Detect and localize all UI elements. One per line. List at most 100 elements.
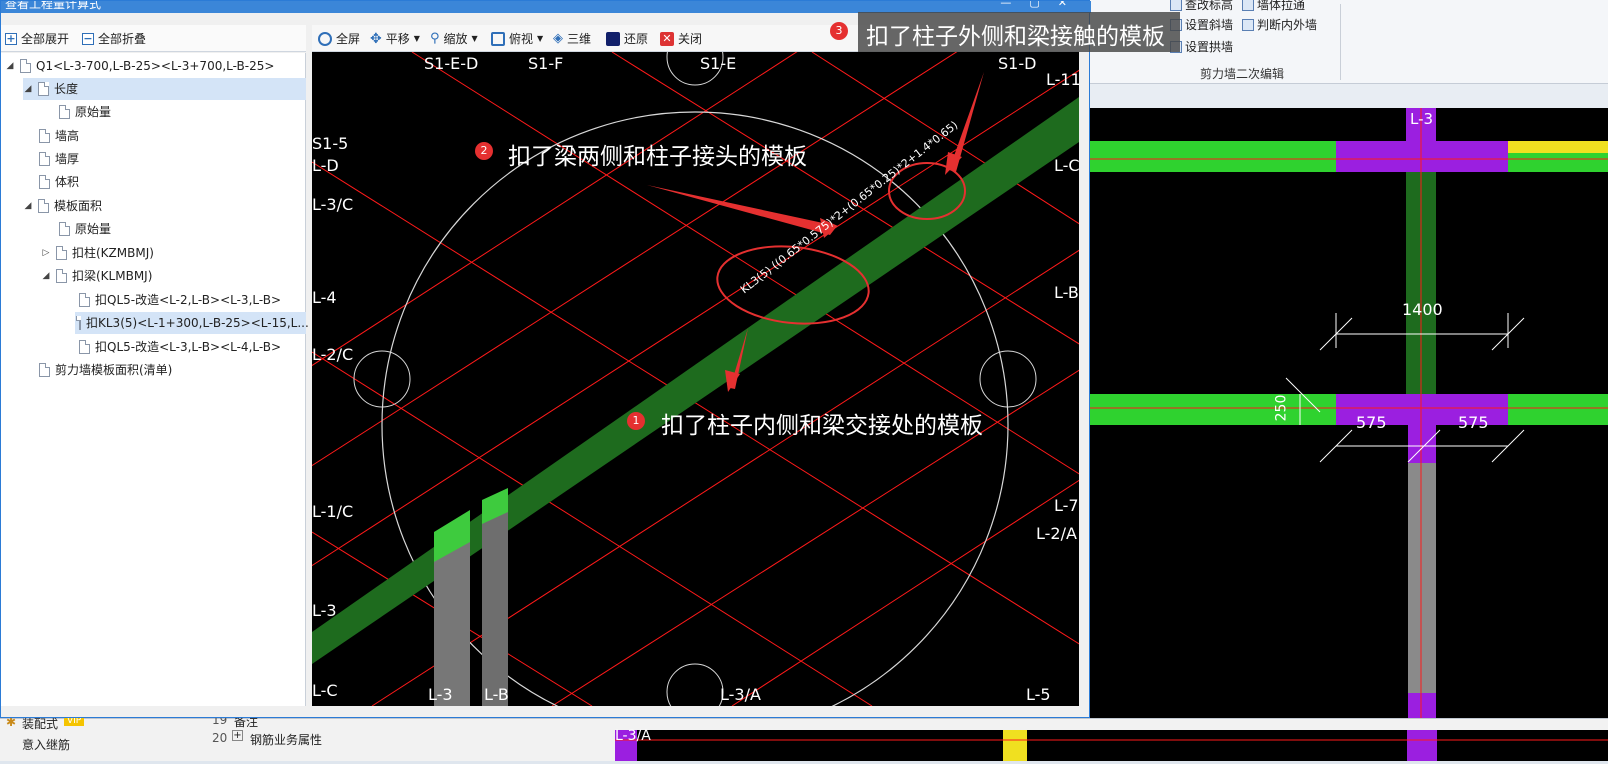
top-view-button[interactable]: 俯视 ▼ <box>491 30 543 47</box>
grey-column <box>434 542 470 706</box>
fullscreen-icon <box>318 31 332 46</box>
annotation-2-badge: 2 <box>475 142 493 160</box>
ribbon-separator <box>1340 4 1341 80</box>
ribbon-judge-inner-outer-wall[interactable]: 判断内外墙 <box>1242 16 1317 33</box>
tree-toolbar: + 全部展开 − 全部折叠 <box>1 25 306 52</box>
ribbon-group-label: 剪力墙二次编辑 <box>1200 67 1285 81</box>
document-icon <box>59 105 70 119</box>
document-icon <box>59 222 70 236</box>
bottom-label: L-3/A <box>615 728 651 744</box>
tree-node-beam-item[interactable]: 扣QL5-改造<L-3,L-B><L-4,L-B> <box>79 336 281 358</box>
dimension-1400: 1400 <box>1402 300 1443 319</box>
document-icon <box>76 316 81 330</box>
ribbon-wall-extend[interactable]: 墙体拉通 <box>1242 0 1305 13</box>
annotation-1-badge: 1 <box>627 412 645 430</box>
wall-extend-icon <box>1242 0 1254 11</box>
chevron-down-icon[interactable]: ▼ <box>414 34 420 43</box>
axis-label: L-4 <box>312 288 337 307</box>
tree-node-length[interactable]: ◢ 长度 <box>23 78 306 100</box>
axis-label: S1-F <box>528 54 564 73</box>
arrow-annotation <box>647 185 837 235</box>
axis-label: S1-E-D <box>424 54 479 73</box>
tree-node-beam-item-selected[interactable]: 扣KL3(5)<L-1+300,L-B-25><L-15,L... <box>75 312 309 334</box>
document-icon <box>38 199 49 213</box>
dimension-250: 250 <box>1273 394 1290 422</box>
expanded-arrow-icon[interactable]: ◢ <box>41 265 51 287</box>
tree-node-original[interactable]: 原始量 <box>59 101 111 123</box>
top-view-icon <box>491 31 505 46</box>
axis-label: L-11 <box>1046 70 1079 89</box>
expanded-arrow-icon[interactable]: ◢ <box>5 55 15 77</box>
tree-node-formwork-area[interactable]: ◢ 模板面积 <box>23 195 102 217</box>
pan-button[interactable]: ✥ 平移 ▼ <box>370 30 420 47</box>
tree-node-deduct-beam[interactable]: ◢ 扣梁(KLMBMJ) <box>41 265 152 287</box>
document-icon <box>56 246 67 260</box>
tree-node-shear-wall[interactable]: 剪力墙模板面积(清单) <box>39 359 172 381</box>
document-icon <box>79 293 90 307</box>
tree-node-deduct-column[interactable]: ▷ 扣柱(KZMBMJ) <box>41 242 154 264</box>
minus-icon: − <box>82 31 94 45</box>
second-item-label[interactable]: 意入继筋 <box>22 736 70 753</box>
tree-node-beam-item[interactable]: 扣QL5-改造<L-2,L-B><L-3,L-B> <box>79 289 281 311</box>
expand-icon[interactable]: + <box>232 730 243 741</box>
chevron-down-icon[interactable]: ▼ <box>472 34 478 43</box>
document-icon <box>39 152 50 166</box>
tree-node-volume[interactable]: 体积 <box>39 171 79 193</box>
annotation-3-badge: 3 <box>830 22 848 40</box>
axis-label: L-5 <box>1026 685 1051 704</box>
document-icon <box>39 175 50 189</box>
purple-block <box>1407 730 1437 761</box>
zoom-button[interactable]: ⚲ 缩放 ▼ <box>430 30 478 47</box>
right-label-top: L-3 <box>1410 110 1434 128</box>
chevron-down-icon[interactable]: ▼ <box>537 34 543 43</box>
fullscreen-button[interactable]: 全屏 <box>318 30 360 47</box>
tree-node-original[interactable]: 原始量 <box>59 218 111 240</box>
formula-tree: ◢ Q1<L-3-700,L-B-25><L-3+700,L-B-25> ◢ 长度 … <box>1 53 309 706</box>
right-cad-canvas[interactable]: L-3 1400 250 575 575 <box>1090 108 1608 761</box>
axis-label: L-D <box>312 156 339 175</box>
document-icon <box>56 269 67 283</box>
axis-label: S1-D <box>998 54 1037 73</box>
row-20-text: 钢筋业务属性 <box>250 733 323 747</box>
axis-label: L-3/A <box>720 685 761 704</box>
circle-marker <box>979 350 1037 408</box>
dimension-575-right: 575 <box>1458 413 1489 432</box>
axis-label: S1-5 <box>312 134 349 153</box>
axis-label: L-B <box>484 685 509 704</box>
expanded-arrow-icon[interactable]: ◢ <box>23 78 33 100</box>
restore-button[interactable]: 还原 <box>606 30 648 47</box>
cube-icon: ◈ <box>553 31 563 46</box>
circle-marker <box>666 663 724 706</box>
formula-dialog: 查看工程量计算式 —▢✕ + 全部展开 − 全部折叠 ◢ Q1<L-3-700,L-B… <box>0 0 1091 718</box>
dimension-575-left: 575 <box>1356 413 1387 432</box>
move-icon: ✥ <box>370 30 382 47</box>
axis-label: L-1/C <box>312 502 354 521</box>
tree-node-wall-height[interactable]: 墙高 <box>39 125 79 147</box>
annotation-3-text: 扣了柱子外侧和梁接触的模板 <box>866 24 1165 50</box>
elevation-icon <box>1170 0 1182 11</box>
document-icon <box>79 340 90 354</box>
expand-all-button[interactable]: + 全部展开 <box>5 30 69 47</box>
row-number-20: 20 <box>212 731 228 745</box>
bottom-cad-drawing <box>615 730 1608 761</box>
axis-label: S1-E <box>700 54 737 73</box>
three-d-button[interactable]: ◈ 三维 <box>553 30 591 47</box>
tree-node-wall-thickness[interactable]: 墙厚 <box>39 148 79 170</box>
bottom-cad-canvas[interactable]: L-3/A <box>615 728 1608 761</box>
axis-label: L-2/C <box>312 345 354 364</box>
collapse-all-button[interactable]: − 全部折叠 <box>82 30 146 47</box>
window-controls[interactable]: —▢✕ <box>1000 1 1085 9</box>
axis-label: L-3 <box>428 685 453 704</box>
axis-label: L-C <box>1054 156 1079 175</box>
grey-column <box>482 500 508 706</box>
close-button[interactable]: ✕ 关闭 <box>660 30 702 47</box>
expanded-arrow-icon[interactable]: ◢ <box>23 195 33 217</box>
axis-label: L-7 <box>1054 496 1079 515</box>
judge-wall-icon <box>1242 19 1254 31</box>
cad-3d-view[interactable]: KL3(5) ((0.65*0.575)*2+(0.65*0.25)*2+1.4… <box>312 52 1079 706</box>
tree-node-root[interactable]: ◢ Q1<L-3-700,L-B-25><L-3+700,L-B-25> <box>5 55 274 77</box>
collapsed-arrow-icon[interactable]: ▷ <box>41 242 51 264</box>
document-icon <box>39 129 50 143</box>
dialog-title: 查看工程量计算式 <box>5 1 102 11</box>
annotation-1-text: 扣了柱子内侧和梁交接处的模板 <box>661 413 983 439</box>
